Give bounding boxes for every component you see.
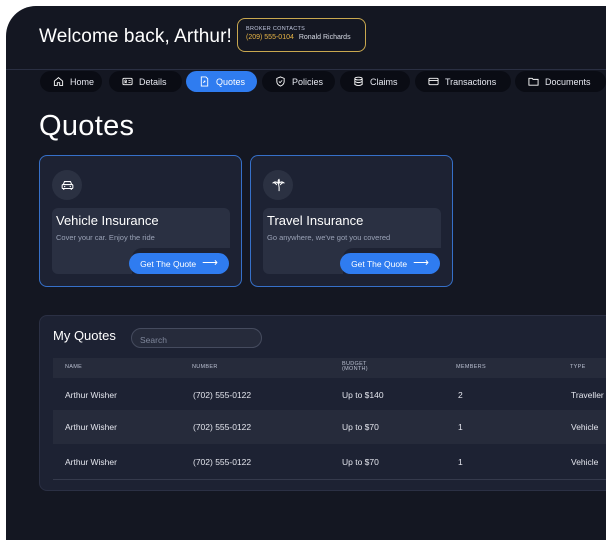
tab-home[interactable]: Home	[40, 71, 102, 92]
cell-name: Arthur Wisher	[65, 390, 117, 400]
table-header: NAME NUMBER BUDGET (MONTH) MEMBERS TYPE	[53, 358, 606, 378]
tab-label: Transactions	[445, 76, 497, 87]
database-icon	[353, 76, 364, 87]
broker-contacts-title: BROKER CONTACTS	[246, 26, 306, 32]
car-icon	[52, 170, 82, 200]
shield-icon	[275, 76, 286, 87]
search-input[interactable]	[131, 328, 262, 348]
id-card-icon	[122, 76, 133, 87]
cell-budget: Up to $70	[342, 422, 379, 432]
palm-tree-icon	[263, 170, 293, 200]
cell-name: Arthur Wisher	[65, 422, 117, 432]
travel-get-quote-button[interactable]: Get The Quote ⟶	[340, 253, 440, 274]
broker-phone[interactable]: (209) 555-0104	[246, 34, 294, 41]
cell-members: 1	[458, 457, 463, 467]
folder-icon	[528, 76, 539, 87]
table-row[interactable]: Arthur Wisher (702) 555-0122 Up to $140 …	[53, 378, 606, 412]
tab-policies[interactable]: Policies	[262, 71, 335, 92]
cell-budget: Up to $70	[342, 457, 379, 467]
column-header-budget: BUDGET (MONTH)	[342, 361, 368, 372]
cell-type: Traveller	[571, 390, 604, 400]
card-title: Vehicle Insurance	[56, 213, 159, 228]
home-icon	[53, 76, 64, 87]
table-row[interactable]: Arthur Wisher (702) 555-0122 Up to $70 1…	[53, 445, 606, 479]
tab-label: Documents	[545, 76, 591, 87]
page-title: Quotes	[39, 110, 135, 142]
column-header-name: NAME	[65, 364, 83, 370]
cell-number: (702) 555-0122	[193, 457, 252, 467]
app-window: Welcome back, Arthur! BROKER CONTACTS (2…	[6, 6, 606, 540]
header-divider	[6, 69, 606, 70]
welcome-heading: Welcome back, Arthur!	[39, 26, 232, 47]
tab-label: Policies	[292, 76, 324, 87]
vehicle-insurance-card[interactable]: Vehicle Insurance Cover your car. Enjoy …	[39, 155, 242, 287]
tab-label: Home	[70, 76, 95, 87]
cell-name: Arthur Wisher	[65, 457, 117, 467]
cell-type: Vehicle	[571, 422, 599, 432]
cell-number: (702) 555-0122	[193, 390, 252, 400]
arrow-right-icon: ⟶	[202, 257, 218, 269]
tab-label: Quotes	[216, 76, 246, 87]
quote-document-icon	[199, 76, 210, 87]
tab-quotes[interactable]: Quotes	[186, 71, 257, 92]
cell-type: Vehicle	[571, 457, 599, 467]
credit-card-icon	[428, 76, 439, 87]
arrow-right-icon: ⟶	[413, 257, 429, 269]
cell-members: 2	[458, 390, 463, 400]
tab-documents[interactable]: Documents	[515, 71, 606, 92]
vehicle-get-quote-button[interactable]: Get The Quote ⟶	[129, 253, 229, 274]
tab-label: Claims	[370, 76, 398, 87]
broker-contact-line: (209) 555-0104 Ronald Richards	[246, 34, 365, 41]
cell-number: (702) 555-0122	[193, 422, 252, 432]
tab-claims[interactable]: Claims	[340, 71, 410, 92]
cell-members: 1	[458, 422, 463, 432]
table-row[interactable]: Arthur Wisher (702) 555-0122 Up to $70 1…	[53, 410, 606, 444]
travel-insurance-card[interactable]: Travel Insurance Go anywhere, we've got …	[250, 155, 453, 287]
my-quotes-panel: My Quotes NAME NUMBER BUDGET (MONTH) MEM…	[39, 315, 606, 491]
card-title: Travel Insurance	[267, 213, 364, 228]
tab-details[interactable]: Details	[109, 71, 182, 92]
button-label: Get The Quote	[351, 258, 408, 269]
column-header-number: NUMBER	[192, 364, 218, 370]
column-header-members: MEMBERS	[456, 364, 486, 370]
tab-label: Details	[139, 76, 167, 87]
cell-budget: Up to $140	[342, 390, 384, 400]
card-subtitle: Go anywhere, we've got you covered	[267, 233, 391, 242]
card-subtitle: Cover your car. Enjoy the ride	[56, 233, 155, 242]
table-divider	[53, 479, 606, 480]
my-quotes-title: My Quotes	[53, 328, 116, 343]
button-label: Get The Quote	[140, 258, 197, 269]
column-header-budget-line2: (MONTH)	[342, 366, 368, 372]
broker-name: Ronald Richards	[298, 34, 351, 41]
column-header-type: TYPE	[570, 364, 586, 370]
tab-transactions[interactable]: Transactions	[415, 71, 511, 92]
broker-contacts-badge[interactable]: BROKER CONTACTS (209) 555-0104 Ronald Ri…	[237, 18, 366, 52]
